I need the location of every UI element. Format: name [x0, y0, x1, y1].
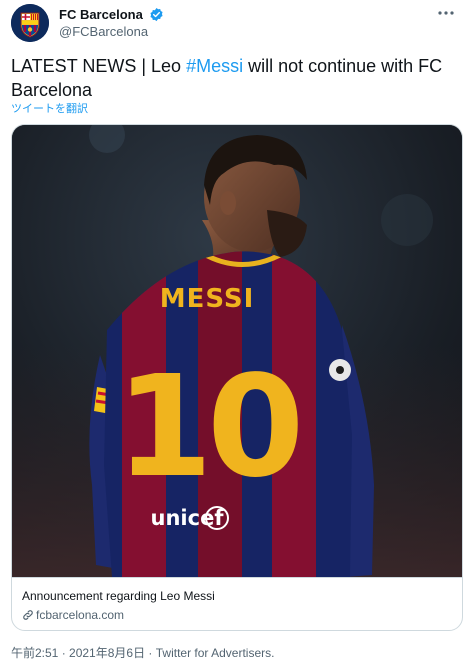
- meta-separator: ·: [58, 646, 70, 660]
- tweet-text: LATEST NEWS | Leo #Messi will not contin…: [11, 54, 459, 102]
- tweet-meta: 午前2:51 · 2021年8月6日 · Twitter for Adverti…: [11, 644, 274, 661]
- translate-link[interactable]: ツイートを翻訳: [11, 100, 88, 116]
- card-domain-text: fcbarcelona.com: [36, 608, 125, 622]
- jersey-number: 10: [116, 346, 299, 509]
- link-card[interactable]: MESSI 10 unicef Announcement regarding L…: [11, 124, 463, 631]
- verified-badge-icon: [149, 7, 164, 22]
- fcb-crest-icon[interactable]: [11, 4, 49, 42]
- meta-separator: ·: [145, 646, 156, 660]
- hashtag-link[interactable]: #Messi: [186, 56, 243, 76]
- author-name-row: FC Barcelona: [59, 6, 164, 24]
- author-display-name[interactable]: FC Barcelona: [59, 7, 143, 22]
- tweet-time[interactable]: 午前2:51: [11, 646, 58, 660]
- link-icon: [22, 609, 34, 621]
- tweet-date[interactable]: 2021年8月6日: [69, 646, 145, 660]
- card-title[interactable]: Announcement regarding Leo Messi: [22, 589, 215, 603]
- tweet-source[interactable]: Twitter for Advertisers.: [156, 646, 275, 660]
- tweet-text-start: LATEST NEWS | Leo: [11, 56, 187, 76]
- more-icon[interactable]: [435, 7, 457, 23]
- player-photo[interactable]: MESSI 10 unicef: [12, 125, 462, 578]
- card-domain[interactable]: fcbarcelona.com: [22, 608, 124, 622]
- tweet-header: FC Barcelona @FCBarcelona: [11, 4, 463, 44]
- sponsor-text: unicef: [151, 506, 225, 530]
- card-info[interactable]: Announcement regarding Leo Messi fcbarce…: [12, 577, 462, 630]
- author-handle[interactable]: @FCBarcelona: [59, 24, 148, 39]
- jersey-name: MESSI: [160, 284, 255, 314]
